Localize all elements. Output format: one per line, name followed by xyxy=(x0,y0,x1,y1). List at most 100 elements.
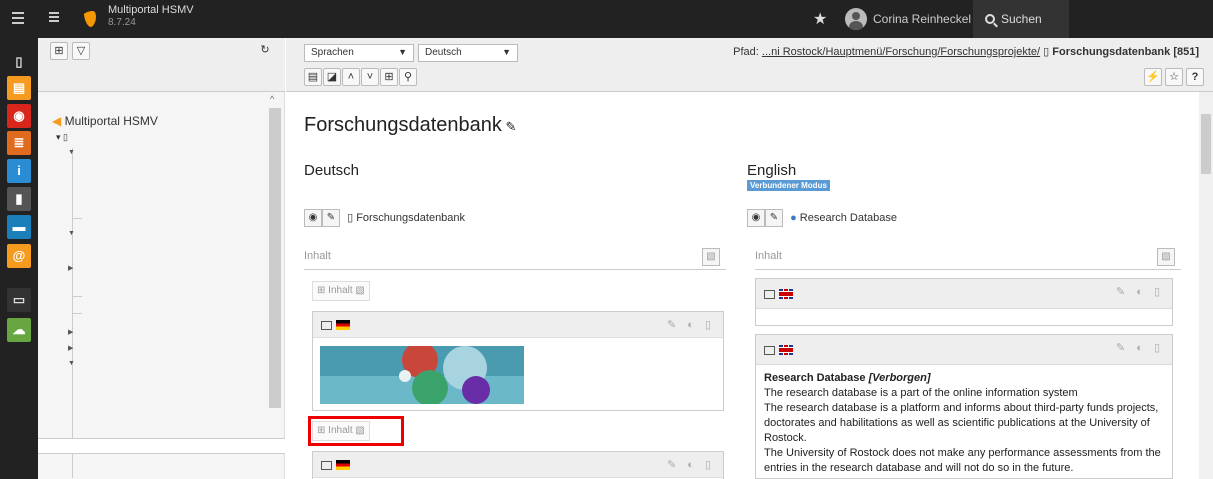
content-element-text-en: ✎ ◐ ▯ Research Database [Verborgen] The … xyxy=(755,334,1173,479)
inhalt-label: Inhalt xyxy=(755,250,782,262)
column-header-inhalt-de: Inhalt ▧ xyxy=(304,244,726,270)
element-controls[interactable]: ✎ ◐ ▯ xyxy=(667,458,715,471)
page-info-module-icon[interactable]: ≣ xyxy=(7,131,31,155)
shortcut-icon[interactable]: ⚡ xyxy=(1144,68,1162,86)
element-controls[interactable]: ✎ ◐ ▯ xyxy=(1116,341,1164,354)
move-down-icon[interactable]: ˅ xyxy=(361,68,379,86)
content-element-header: ✎ ◐ ▯ xyxy=(313,452,723,478)
user-name[interactable]: Corina Reinheckel xyxy=(873,12,971,26)
content-element-image-de: ✎ ◐ ▯ xyxy=(312,311,724,411)
language-mode-select[interactable]: Sprachen ▼ xyxy=(304,44,414,62)
content-scrollbar[interactable] xyxy=(1199,92,1213,479)
new-content-icon[interactable]: ⊞ xyxy=(380,68,398,86)
paste-icon[interactable]: ▧ xyxy=(1157,248,1175,266)
pencil-icon[interactable]: ✎ xyxy=(765,209,783,227)
bookmark-star-icon[interactable]: ☆ xyxy=(1165,68,1183,86)
content-element-image-en: ✎ ◐ ▯ xyxy=(755,278,1173,326)
content-element-header: ✎ ◐ ▯ xyxy=(313,312,723,338)
trash-module-icon[interactable]: ▮ xyxy=(7,187,31,211)
typo3-small-logo-icon: ◀ xyxy=(52,114,62,128)
eye-icon[interactable]: ◉ xyxy=(304,209,322,227)
entry-line: The research database is a part of the o… xyxy=(764,387,1078,399)
tree-filter-input[interactable] xyxy=(38,438,285,454)
module-menu: ▯ ▤ ◉ ≣ i ▮ ▬ @ ▭ ☁ xyxy=(0,38,38,479)
content-element-header: ✎ ◐ ▯ xyxy=(756,335,1172,365)
info-icon[interactable]: i xyxy=(7,159,31,183)
list-module-icon[interactable]: ▤ xyxy=(7,76,31,100)
chevron-down-icon: ▼ xyxy=(398,47,407,57)
cloud-module-icon[interactable]: ☁ xyxy=(7,318,31,342)
paste-icon: ▧ xyxy=(355,285,365,296)
element-controls[interactable]: ✎ ◐ ▯ xyxy=(1116,285,1164,298)
content-element-text-de: ✎ ◐ ▯ xyxy=(312,451,724,479)
collapse-arrow-icon[interactable]: ▼ xyxy=(68,360,75,367)
inhalt-label: Inhalt xyxy=(304,250,331,262)
page-row-de: ◉ ✎ ▯ Forschungsdatenbank xyxy=(304,209,465,227)
uk-flag-icon xyxy=(779,345,793,356)
page-title: Forschungsdatenbank ✎ xyxy=(304,114,516,137)
search-icon[interactable]: ⚲ xyxy=(399,68,417,86)
collapse-arrow-icon[interactable]: ▼ xyxy=(68,230,75,237)
column-heading-deutsch: Deutsch xyxy=(304,162,360,179)
language-select[interactable]: Deutsch ▼ xyxy=(418,44,518,62)
user-avatar[interactable] xyxy=(845,8,867,30)
help-icon[interactable]: ? xyxy=(1186,68,1204,86)
expand-arrow-icon[interactable]: ▾ ▯ xyxy=(56,132,68,143)
search-label: Suchen xyxy=(1001,12,1042,26)
german-flag-icon xyxy=(336,320,350,331)
language-mode-value: Sprachen xyxy=(311,47,354,58)
at-module-icon[interactable]: @ xyxy=(7,244,31,268)
entry-text: Research Database [Verborgen] The resear… xyxy=(756,365,1172,479)
new-page-icon[interactable]: ⊞ xyxy=(50,42,68,60)
path-page: Forschungsdatenbank [851] xyxy=(1052,46,1199,58)
pencil-icon[interactable]: ✎ xyxy=(322,209,340,227)
refresh-icon[interactable]: ↻ xyxy=(256,42,274,60)
expand-arrow-icon[interactable]: ▶ xyxy=(68,328,73,336)
path-link[interactable]: ...ni Rostock/Hauptmenü/Forschung/Forsch… xyxy=(762,46,1040,58)
bookmarks-star-icon[interactable]: ★ xyxy=(813,9,827,29)
scrollbar-thumb[interactable] xyxy=(1201,114,1211,174)
move-up-icon[interactable]: ˄ xyxy=(342,68,360,86)
entry-title-text: Research Database xyxy=(764,372,866,384)
column-heading-english: English xyxy=(747,162,797,179)
tree-root[interactable]: ◀ Multiportal HSMV xyxy=(52,114,158,128)
edit-page-icon[interactable]: ◪ xyxy=(323,68,341,86)
search-button[interactable]: Suchen xyxy=(973,0,1069,38)
uk-flag-icon xyxy=(779,289,793,300)
filter-icon[interactable]: ▽ xyxy=(72,42,90,60)
breadcrumb: Pfad: ...ni Rostock/Hauptmenü/Forschung/… xyxy=(733,45,1199,58)
collapse-arrow-icon[interactable]: ▼ xyxy=(68,149,75,156)
page-module-icon[interactable]: ▯ xyxy=(7,50,31,74)
connected-mode-badge: Verbundener Modus xyxy=(747,180,830,191)
menu-toggle-icon[interactable] xyxy=(12,12,24,24)
tree-connector xyxy=(72,296,82,297)
page-icon: ▯ xyxy=(347,211,354,224)
briefcase-module-icon[interactable]: ▬ xyxy=(7,215,31,239)
page-icon: ▯ xyxy=(1043,46,1050,58)
eye-icon[interactable]: ◉ xyxy=(747,209,765,227)
view-icon[interactable]: ▤ xyxy=(304,68,322,86)
view-module-icon[interactable]: ◉ xyxy=(7,104,31,128)
tree-scrollbar[interactable] xyxy=(269,108,281,408)
site-name: Multiportal HSMV xyxy=(108,4,194,16)
pencil-icon[interactable]: ✎ xyxy=(502,119,517,134)
new-content-button[interactable]: ⊞ Inhalt ▧ xyxy=(312,281,370,301)
text-type-icon xyxy=(764,344,793,356)
paste-icon[interactable]: ▧ xyxy=(702,248,720,266)
scroll-up-icon[interactable]: ^ xyxy=(270,94,274,104)
expand-arrow-icon[interactable]: ▶ xyxy=(68,344,73,352)
tree-root-label: Multiportal HSMV xyxy=(64,114,158,128)
element-controls[interactable]: ✎ ◐ ▯ xyxy=(667,318,715,331)
site-version: 8.7.24 xyxy=(108,17,136,28)
tree-connector xyxy=(72,313,82,314)
chevron-down-icon: ▼ xyxy=(502,47,511,57)
content-element-header: ✎ ◐ ▯ xyxy=(756,279,1172,309)
new-content-icon: ⊞ xyxy=(317,285,326,296)
expand-arrow-icon[interactable]: ▶ xyxy=(68,264,73,272)
typo3-logo[interactable] xyxy=(79,9,99,29)
path-label: Pfad: xyxy=(733,46,759,58)
new-content-button[interactable]: ⊞ Inhalt ▧ xyxy=(312,421,370,441)
module-list-toggle-icon[interactable] xyxy=(49,12,59,24)
top-bar: Multiportal HSMV 8.7.24 ★ Corina Reinhec… xyxy=(0,0,1213,38)
image-module-icon[interactable]: ▭ xyxy=(7,288,31,312)
